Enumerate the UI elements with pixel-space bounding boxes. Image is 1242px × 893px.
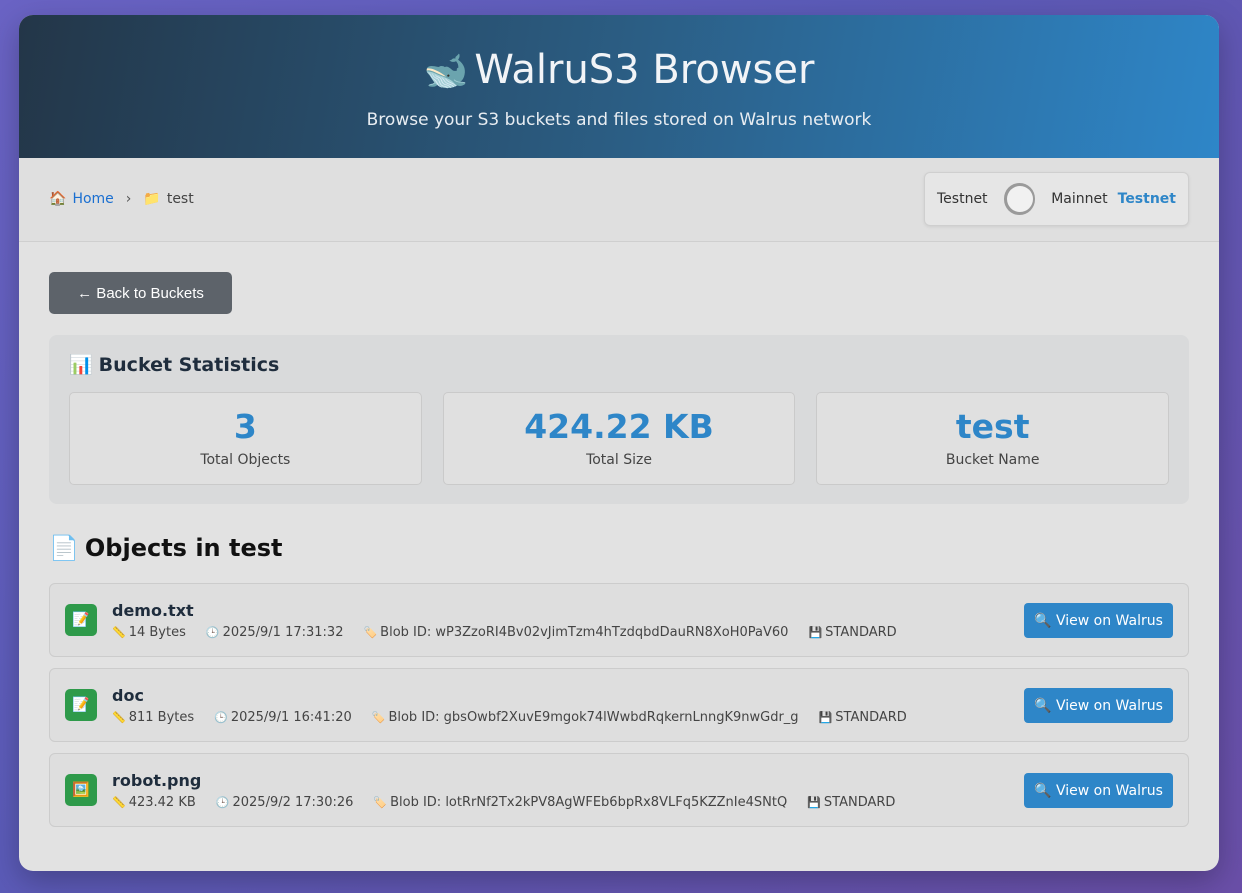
stat-value: 3 (233, 407, 257, 446)
toggle-knob (1006, 186, 1033, 212)
object-size-field: 📏 811 Bytes (112, 710, 194, 725)
bucket-statistics-panel: 📊 Bucket Statistics 3 Total Objects 424.… (49, 335, 1189, 504)
navigation-bar: 🏠 Home › 📁 test Testnet Mainnet Testnet (19, 158, 1219, 242)
object-size: 423.42 KB (128, 794, 196, 810)
object-blob-field: 🏷️ Blob ID: wP3ZzoRI4Bv02vJimTzm4hTzdqbdD… (363, 625, 788, 640)
object-storage-class: STANDARD (835, 709, 907, 725)
bar-chart-icon: 📊 (69, 354, 93, 376)
view-on-walrus-button[interactable]: 🔍 View on Walrus (1024, 773, 1173, 808)
object-meta: 📏 811 Bytes 🕒 2025/9/1 16:41:20 🏷️ Blob ID:… (112, 710, 907, 725)
app-subtitle: Browse your S3 buckets and files stored … (366, 110, 872, 130)
object-info: demo.txt 📏 14 Bytes 🕒 2025/9/1 17:31:32 🏷️… (112, 601, 897, 640)
tag-icon: 🏷️ (363, 625, 378, 639)
object-name: robot.png (112, 770, 202, 790)
clock-icon: 🕒 (214, 710, 228, 724)
page-header: 🐋 WalruS3 Browser Browse your S3 buckets … (19, 15, 1219, 158)
clock-icon: 🕒 (215, 795, 230, 809)
object-storage-field: 💾 STANDARD (819, 710, 907, 725)
breadcrumb-separator: › (125, 191, 132, 207)
stat-value: 424.22 KB (524, 407, 714, 446)
breadcrumb: 🏠 Home › 📁 test (49, 191, 194, 207)
object-blob-field: 🏷️ Blob ID: lotRrNf2Tx2kPV8AgWFEb6bpRx8VL… (373, 795, 787, 810)
mainnet-label: Mainnet (1051, 191, 1108, 207)
floppy-disk-icon: 💾 (818, 710, 833, 724)
objects-heading: 📄 Objects in test (49, 534, 1189, 562)
tag-icon: 🏷️ (371, 710, 386, 724)
object-blob-field: 🏷️ Blob ID: gbsOwbf2XuvE9mgok74lWwbdRqker… (372, 710, 799, 725)
document-icon: 📝 (65, 689, 97, 721)
stat-total-size: 424.22 KB Total Size (442, 392, 796, 485)
back-to-buckets-button[interactable]: ← Back to Buckets (49, 272, 232, 314)
object-blob-id: Blob ID: gbsOwbf2XuvE9mgok74lWwbdRqkernL… (388, 709, 799, 725)
network-switch: Testnet Mainnet Testnet (924, 172, 1189, 226)
breadcrumb-current: test (166, 191, 194, 207)
object-date: 2025/9/1 17:31:32 (222, 624, 344, 640)
current-network-indicator: Testnet (1117, 191, 1176, 207)
floppy-disk-icon: 💾 (808, 625, 823, 639)
object-storage-field: 💾 STANDARD (807, 795, 895, 810)
object-row: 📝 demo.txt 📏 14 Bytes 🕒 2025/9/1 17:31:32 … (49, 583, 1189, 657)
object-storage-field: 💾 STANDARD (808, 625, 896, 640)
stat-bucket-name: test Bucket Name (816, 392, 1170, 485)
object-meta: 📏 423.42 KB 🕒 2025/9/2 17:30:26 🏷️ Blob ID:… (112, 795, 895, 810)
view-on-walrus-button[interactable]: 🔍 View on Walrus (1024, 603, 1173, 638)
object-size-field: 📏 14 Bytes (112, 625, 186, 640)
object-size: 14 Bytes (128, 624, 186, 640)
whale-icon: 🐋 (423, 51, 469, 92)
image-icon: 🖼️ (65, 774, 97, 806)
object-blob-id: Blob ID: lotRrNf2Tx2kPV8AgWFEb6bpRx8VLFq… (390, 794, 788, 810)
testnet-label: Testnet (937, 191, 988, 207)
object-date-field: 🕒 2025/9/2 17:30:26 (216, 795, 354, 810)
object-size-field: 📏 423.42 KB (112, 795, 196, 810)
stat-label: Bucket Name (945, 452, 1040, 468)
object-name: demo.txt (112, 600, 194, 620)
stat-grid: 3 Total Objects 424.22 KB Total Size tes… (69, 392, 1170, 485)
object-size: 811 Bytes (128, 709, 195, 725)
main-content: ← Back to Buckets 📊 Bucket Statistics 3 … (19, 242, 1219, 827)
object-date-field: 🕒 2025/9/1 16:41:20 (214, 710, 352, 725)
stat-label: Total Size (586, 452, 652, 468)
app-title: 🐋 WalruS3 Browser (19, 15, 1219, 94)
app-title-text: WalruS3 Browser (474, 47, 815, 93)
ruler-icon: 📏 (112, 625, 126, 639)
object-storage-class: STANDARD (823, 794, 896, 810)
home-icon: 🏠 (49, 191, 67, 207)
stat-total-objects: 3 Total Objects (69, 392, 422, 485)
object-date: 2025/9/2 17:30:26 (232, 794, 354, 810)
objects-title-text: Objects in test (84, 534, 283, 562)
object-row: 📝 doc 📏 811 Bytes 🕒 2025/9/1 16:41:20 🏷️ Bl… (49, 668, 1189, 742)
object-name: doc (112, 685, 144, 705)
object-date-field: 🕒 2025/9/1 17:31:32 (206, 625, 344, 640)
tag-icon: 🏷️ (373, 795, 388, 809)
network-toggle[interactable] (1003, 183, 1036, 215)
folder-icon: 📁 (143, 191, 161, 207)
view-on-walrus-button[interactable]: 🔍 View on Walrus (1024, 688, 1173, 723)
document-icon: 📝 (65, 604, 97, 636)
main-card: 🐋 WalruS3 Browser Browse your S3 buckets … (19, 15, 1219, 871)
object-info: doc 📏 811 Bytes 🕒 2025/9/1 16:41:20 🏷️ Blob… (112, 686, 907, 725)
clock-icon: 🕒 (205, 625, 220, 639)
object-blob-id: Blob ID: wP3ZzoRI4Bv02vJimTzm4hTzdqbdDau… (380, 624, 789, 640)
object-info: robot.png 📏 423.42 KB 🕒 2025/9/2 17:30:26 … (112, 771, 895, 810)
statistics-heading: 📊 Bucket Statistics (69, 353, 1169, 377)
ruler-icon: 📏 (112, 795, 126, 809)
stat-value: test (955, 407, 1030, 446)
statistics-title-text: Bucket Statistics (98, 353, 280, 376)
ruler-icon: 📏 (112, 710, 126, 724)
object-meta: 📏 14 Bytes 🕒 2025/9/1 17:31:32 🏷️ Blob ID: … (112, 625, 897, 640)
floppy-disk-icon: 💾 (807, 795, 821, 809)
object-row: 🖼️ robot.png 📏 423.42 KB 🕒 2025/9/2 17:30:… (49, 753, 1189, 827)
page-icon: 📄 (49, 534, 79, 562)
object-date: 2025/9/1 16:41:20 (230, 709, 352, 725)
stat-label: Total Objects (200, 452, 291, 468)
breadcrumb-home-link[interactable]: Home (72, 191, 113, 207)
object-storage-class: STANDARD (825, 624, 897, 640)
object-list: 📝 demo.txt 📏 14 Bytes 🕒 2025/9/1 17:31:32 … (49, 583, 1189, 827)
